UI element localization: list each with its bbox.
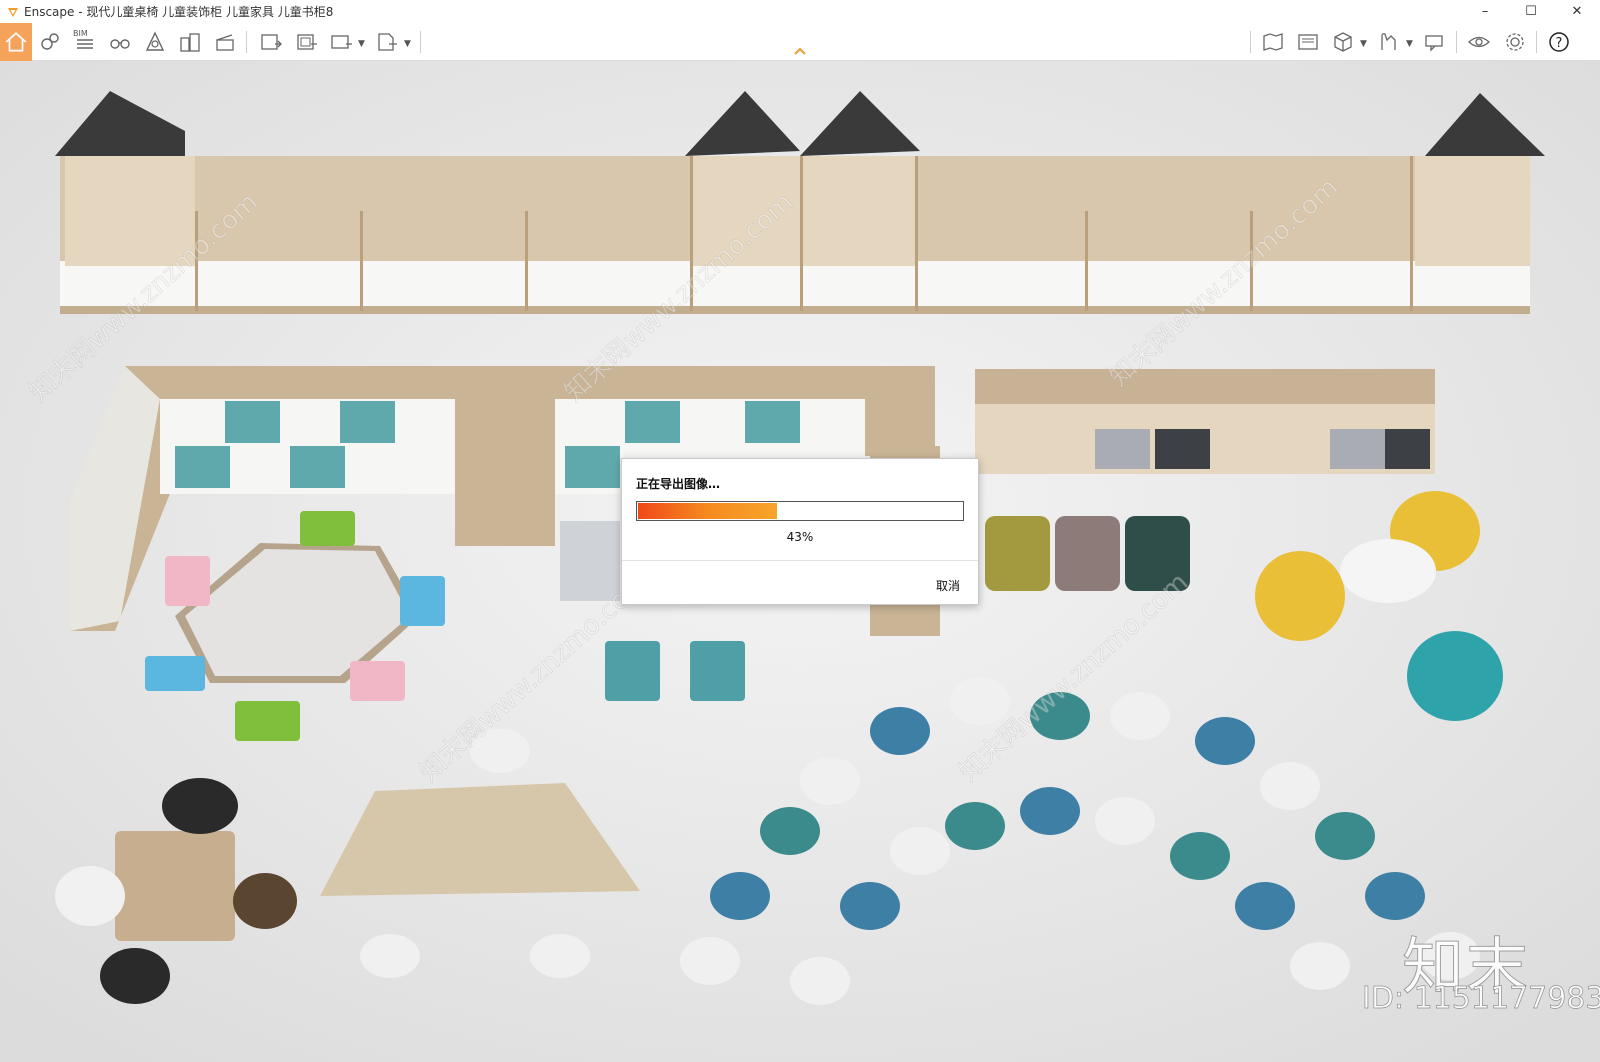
map-button[interactable] xyxy=(1258,26,1288,58)
batch-render-button[interactable] xyxy=(292,26,322,58)
toolbar-separator xyxy=(246,31,247,53)
close-button[interactable]: ✕ xyxy=(1554,0,1600,23)
video-editor-button[interactable] xyxy=(210,26,240,58)
buildings-icon xyxy=(180,33,200,52)
clapperboard-icon xyxy=(216,34,234,51)
web-upload-icon xyxy=(1298,34,1318,50)
export-progress-dialog: 正在导出图像… 43% 取消 xyxy=(621,458,979,605)
window-controls: – ☐ ✕ xyxy=(1462,0,1600,23)
export-exe-button[interactable] xyxy=(372,26,402,58)
material-editor-button[interactable] xyxy=(1328,26,1358,58)
chevron-down-icon[interactable]: ▼ xyxy=(404,39,411,49)
toolbar-separator xyxy=(1456,31,1457,53)
panorama-360-icon xyxy=(331,35,352,49)
visual-settings-button[interactable] xyxy=(1464,26,1494,58)
window-title: Enscape - 现代儿童桌椅 儿童装饰柜 儿童家具 儿童书柜8 xyxy=(24,5,334,19)
square-table xyxy=(115,831,235,941)
toolbar-separator xyxy=(1536,31,1537,53)
cow-stool xyxy=(100,948,170,1004)
zebra-stool xyxy=(233,873,297,929)
eye-icon xyxy=(1468,36,1490,48)
home-icon xyxy=(5,32,27,52)
round-table xyxy=(1340,539,1436,603)
progress-bar xyxy=(636,501,964,521)
collaboration-button[interactable] xyxy=(1374,26,1404,58)
location-button[interactable] xyxy=(35,26,65,58)
assets-button[interactable] xyxy=(140,26,170,58)
collapse-toolbar-icon[interactable] xyxy=(793,45,807,57)
chevron-down-icon[interactable]: ▼ xyxy=(1406,39,1413,49)
panorama-button[interactable] xyxy=(327,26,357,58)
chevron-down-icon[interactable]: ▼ xyxy=(358,39,365,49)
exe-export-icon xyxy=(378,33,397,51)
enscape-logo-icon xyxy=(8,7,18,17)
dialog-title: 正在导出图像… xyxy=(636,477,721,491)
minimize-button[interactable]: – xyxy=(1462,0,1508,23)
title-bar: Enscape - 现代儿童桌椅 儿童装饰柜 儿童家具 儿童书柜8 – ☐ ✕ xyxy=(0,0,1600,23)
lounge-chair xyxy=(1255,551,1345,641)
binoculars-icon xyxy=(110,39,130,49)
map-pin-icon xyxy=(41,33,59,50)
cube-icon xyxy=(1334,32,1352,52)
cancel-button[interactable]: 取消 xyxy=(936,577,960,594)
screenshot-button[interactable] xyxy=(256,26,286,58)
uploads-button[interactable] xyxy=(1293,26,1323,58)
home-button[interactable] xyxy=(0,23,32,61)
lounge-chair xyxy=(1407,631,1503,721)
toolbar-separator xyxy=(1250,31,1251,53)
help-icon: ? xyxy=(1549,32,1569,52)
progress-fill xyxy=(638,503,777,519)
ottoman xyxy=(1055,516,1120,591)
map-icon xyxy=(1263,33,1283,51)
asset-library-icon xyxy=(145,31,165,51)
maximize-button[interactable]: ☐ xyxy=(1508,0,1554,23)
views-button[interactable] xyxy=(105,26,135,58)
list-icon xyxy=(77,39,93,49)
feedback-icon xyxy=(1425,35,1443,52)
bim-button[interactable] xyxy=(70,26,100,58)
ottoman xyxy=(985,516,1050,591)
svg-text:?: ? xyxy=(1556,36,1563,51)
cow-stool xyxy=(162,778,238,834)
watermark-id: ID: 1151177983 xyxy=(1362,981,1600,1017)
rabbit-stool xyxy=(55,866,125,926)
help-button[interactable]: ? xyxy=(1544,26,1574,58)
low-cabinet xyxy=(975,369,1435,474)
progress-percent: 43% xyxy=(786,530,814,544)
batch-export-icon xyxy=(297,34,317,50)
gear-icon xyxy=(1506,33,1524,51)
buildings-button[interactable] xyxy=(175,26,205,58)
toolbar-separator xyxy=(420,31,421,53)
chevron-down-icon[interactable]: ▼ xyxy=(1360,39,1367,49)
chair-icon xyxy=(1381,33,1396,50)
dialog-divider xyxy=(622,560,978,561)
settings-button[interactable] xyxy=(1500,26,1530,58)
feedback-button[interactable] xyxy=(1420,26,1450,58)
image-export-icon xyxy=(261,34,282,50)
